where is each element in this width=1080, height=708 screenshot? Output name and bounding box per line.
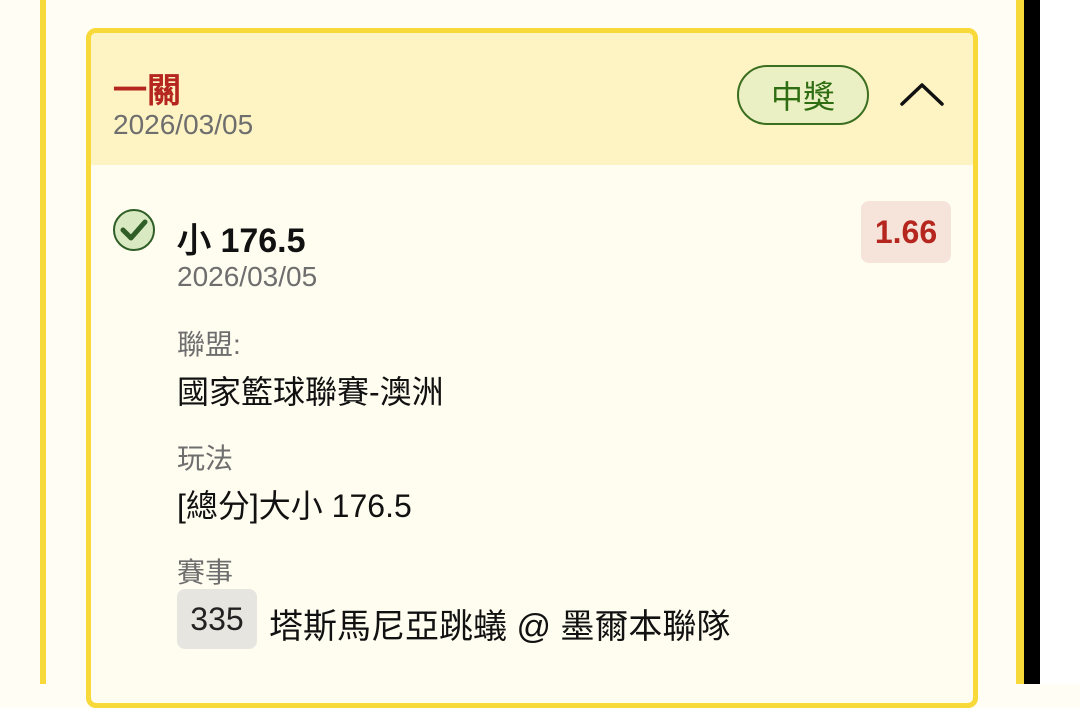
odds-badge: 1.66 [861,201,951,263]
right-edge [1024,0,1040,684]
market-label: 玩法 [177,443,234,474]
selection-date: 2026/03/05 [177,261,318,292]
selection-name: 小 176.5 [177,222,306,260]
bet-type: 一關 [113,72,181,110]
bet-card: 一關 2026/03/05 中獎 小 176.5 2026/03/05 1.66… [86,28,978,708]
right-border [1016,0,1024,684]
league-value: 國家籃球聯賽-澳洲 [177,374,444,410]
match-name: 塔斯馬尼亞跳蟻 @ 墨爾本聯隊 [269,608,731,646]
right-gutter [1040,0,1080,684]
bet-card-header[interactable]: 一關 2026/03/05 中獎 [91,33,973,165]
match-label: 賽事 [177,557,234,588]
chevron-up-icon[interactable] [899,81,945,107]
check-circle-icon [113,209,155,251]
league-label: 聯盟: [177,329,241,360]
match-number-badge: 335 [177,589,257,649]
bet-date: 2026/03/05 [113,109,254,140]
result-badge: 中獎 [737,65,869,125]
market-value: [總分]大小 176.5 [177,488,412,524]
